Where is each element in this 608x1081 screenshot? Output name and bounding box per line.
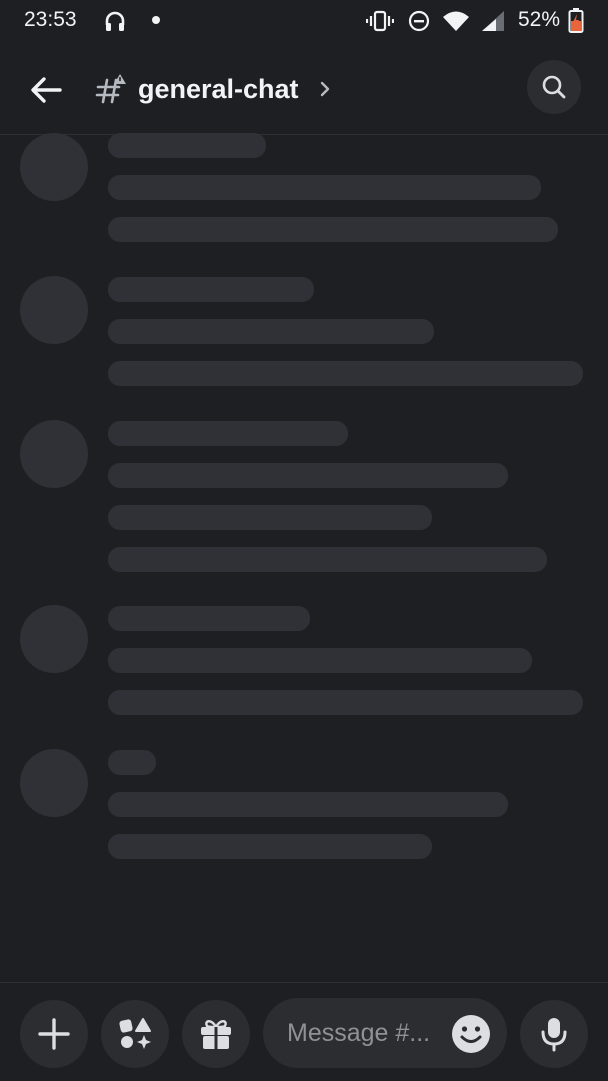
- message-line-placeholder: [108, 648, 532, 673]
- text-channel-icon: [95, 74, 126, 104]
- chevron-right-icon[interactable]: [318, 78, 332, 100]
- message-line-placeholder: [108, 834, 432, 859]
- microphone-icon: [541, 1018, 567, 1052]
- avatar-placeholder: [20, 420, 88, 488]
- gift-button[interactable]: [182, 1000, 250, 1068]
- message-line-placeholder: [108, 319, 434, 344]
- search-button[interactable]: [527, 60, 581, 114]
- add-attachment-button[interactable]: [20, 1000, 88, 1068]
- voice-message-button[interactable]: [520, 1000, 588, 1068]
- message-line-placeholder: [108, 217, 558, 242]
- avatar-placeholder: [20, 749, 88, 817]
- username-placeholder: [108, 421, 348, 446]
- headphones-icon: [105, 11, 125, 31]
- signal-icon: [482, 11, 504, 31]
- message-line-placeholder: [108, 175, 541, 200]
- channel-header: general-chat: [0, 44, 608, 135]
- vibrate-icon: [366, 10, 394, 32]
- apps-icon: [119, 1018, 151, 1049]
- plus-icon: [38, 1018, 70, 1050]
- message-line-placeholder: [108, 361, 583, 386]
- message-line-placeholder: [108, 792, 508, 817]
- message-line-placeholder: [108, 505, 432, 530]
- search-icon: [542, 75, 566, 99]
- status-bar: 23:53 52%: [0, 0, 608, 44]
- battery-icon: [568, 8, 584, 33]
- back-arrow-icon[interactable]: [26, 70, 68, 110]
- channel-name[interactable]: general-chat: [138, 74, 299, 105]
- message-line-placeholder: [108, 463, 508, 488]
- avatar-placeholder: [20, 276, 88, 344]
- message-line-placeholder: [108, 690, 583, 715]
- username-placeholder: [108, 277, 314, 302]
- username-placeholder: [108, 133, 266, 158]
- dnd-icon: [408, 10, 430, 32]
- username-placeholder: [108, 750, 156, 775]
- dot-icon: [152, 16, 160, 24]
- avatar-placeholder: [20, 133, 88, 201]
- apps-button[interactable]: [101, 1000, 169, 1068]
- username-placeholder: [108, 606, 310, 631]
- gift-icon: [201, 1020, 231, 1049]
- wifi-icon: [443, 11, 469, 31]
- emoji-icon[interactable]: [451, 1014, 491, 1054]
- message-line-placeholder: [108, 547, 547, 572]
- battery-percentage: 52%: [518, 8, 561, 31]
- message-composer: [0, 982, 608, 1081]
- status-time: 23:53: [24, 8, 77, 31]
- avatar-placeholder: [20, 605, 88, 673]
